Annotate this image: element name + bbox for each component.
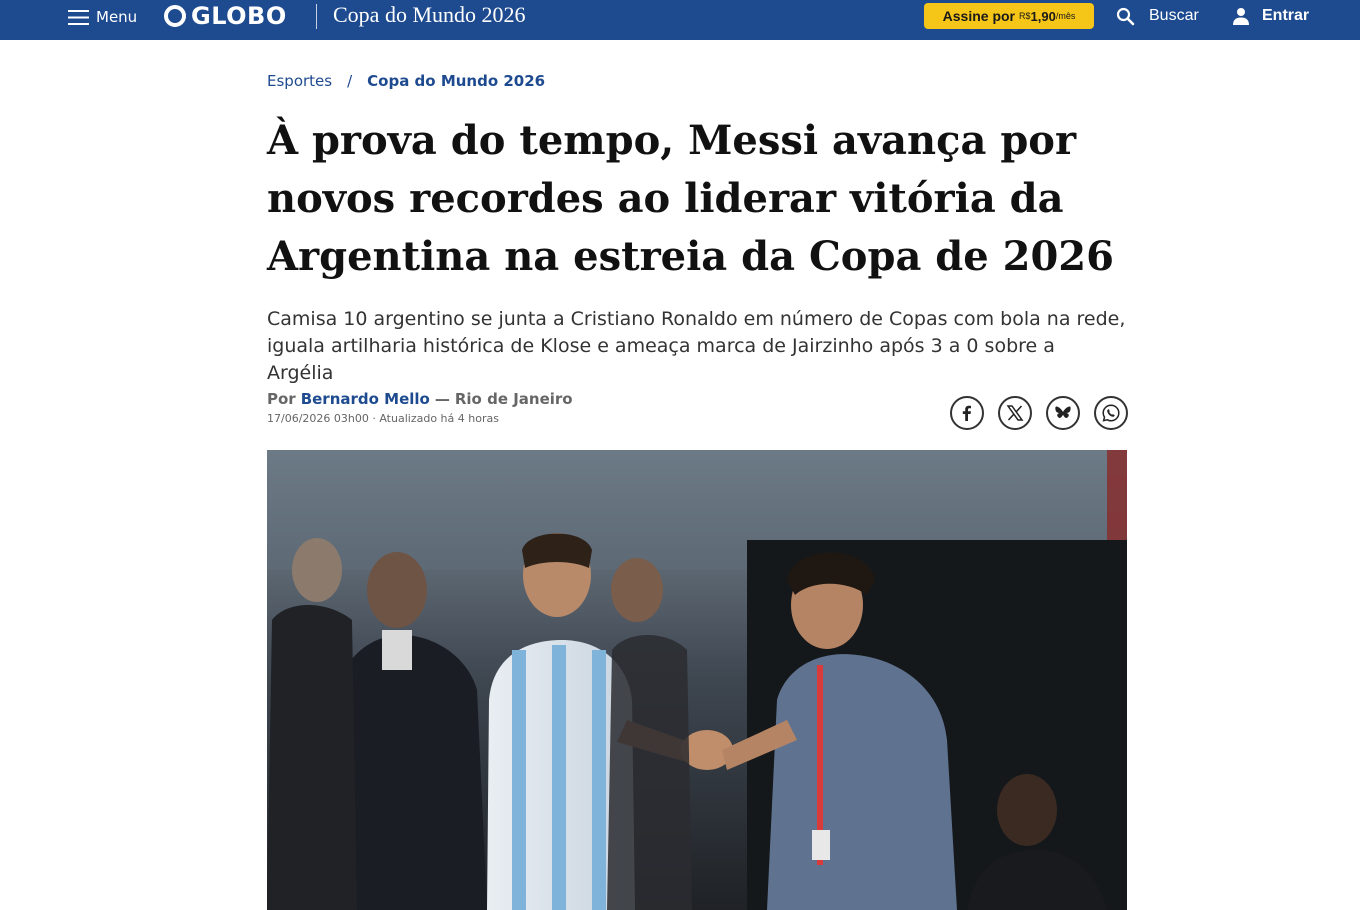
byline-separator: — xyxy=(434,390,450,408)
logo-text: GLOBO xyxy=(191,2,287,30)
search-label: Buscar xyxy=(1149,7,1199,24)
breadcrumb-separator: / xyxy=(347,72,353,90)
article-byline: Por Bernardo Mello — Rio de Janeiro xyxy=(267,388,573,410)
section-title-link[interactable]: Copa do Mundo 2026 xyxy=(333,0,526,30)
whatsapp-icon xyxy=(1102,404,1120,422)
author-link[interactable]: Bernardo Mello xyxy=(301,390,430,408)
user-icon xyxy=(1233,8,1249,25)
share-facebook-button[interactable] xyxy=(950,396,984,430)
x-icon xyxy=(1006,405,1024,421)
share-buttons xyxy=(950,396,1128,430)
hamburger-menu-icon xyxy=(68,10,89,25)
menu-button[interactable]: Menu xyxy=(68,0,137,34)
login-button[interactable]: Entrar xyxy=(1232,0,1309,32)
search-icon xyxy=(1116,7,1135,25)
bluesky-icon xyxy=(1055,406,1071,418)
subscribe-currency: R$ xyxy=(1019,11,1031,21)
byline-prefix: Por xyxy=(267,390,296,408)
share-x-button[interactable] xyxy=(998,396,1032,430)
article-subtitle: Camisa 10 argentino se junta a Cristiano… xyxy=(267,308,1126,384)
menu-label: Menu xyxy=(96,8,138,26)
article-headline: À prova do tempo, Messi avança por novos… xyxy=(267,117,1114,280)
article-lead-photo xyxy=(267,450,1127,910)
breadcrumb-copa-do-mundo[interactable]: Copa do Mundo 2026 xyxy=(367,72,545,90)
o-globo-logo[interactable]: GLOBO xyxy=(164,0,287,32)
facebook-icon xyxy=(962,405,971,421)
byline-location: Rio de Janeiro xyxy=(454,390,573,408)
search-button[interactable]: Buscar xyxy=(1116,0,1199,32)
subscribe-button[interactable]: Assine por R$ 1,90 /mês xyxy=(924,3,1094,29)
lead-photo-illustration xyxy=(267,450,1127,910)
subscribe-price: 1,90 xyxy=(1030,8,1056,24)
subscribe-period: /mês xyxy=(1055,11,1076,21)
share-whatsapp-button[interactable] xyxy=(1094,396,1128,430)
share-bluesky-button[interactable] xyxy=(1046,396,1080,430)
header-divider xyxy=(316,4,317,29)
breadcrumb-esportes[interactable]: Esportes xyxy=(267,72,332,90)
subscribe-prefix: Assine por xyxy=(942,8,1015,24)
top-navigation-bar: Menu GLOBO Copa do Mundo 2026 Assine por… xyxy=(0,0,1360,40)
article-dateline: 17/06/2026 03h00 · Atualizado há 4 horas xyxy=(267,412,499,425)
logo-o-mark xyxy=(164,5,186,27)
breadcrumb: Esportes / Copa do Mundo 2026 xyxy=(267,70,545,92)
login-label: Entrar xyxy=(1262,7,1310,24)
